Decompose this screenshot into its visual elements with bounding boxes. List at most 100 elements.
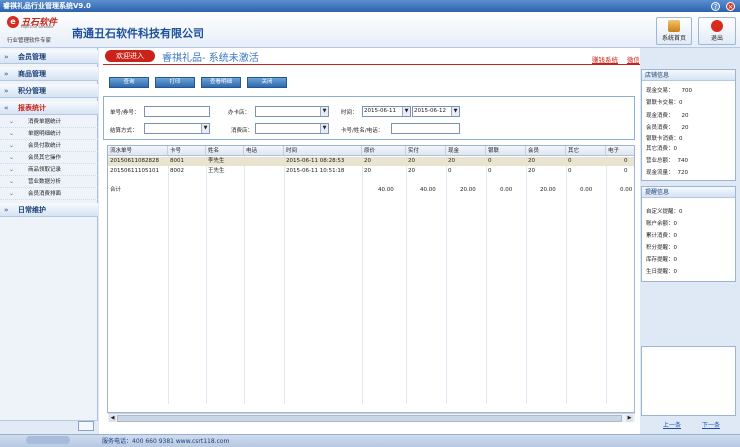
store-select[interactable]: ▼ [255,106,329,117]
date-to-value: 2015-06-12 [414,108,446,114]
home-button[interactable]: 系统首页 [656,17,692,45]
dropdown-arrow-icon: ▼ [201,124,209,133]
sidebar-section-reports[interactable]: « 报表统计 [0,101,98,115]
prev-link[interactable]: 上一条 [663,420,681,429]
column-header[interactable]: 时间 [284,146,362,156]
total-cell: 20.00 [540,187,556,193]
column-header[interactable]: 电子 [606,146,634,156]
order-label: 单号/券号： [110,110,140,116]
item-label: 消费单据统计 [28,119,62,125]
cell: 2015-06-11 10:51:18 [286,168,345,174]
item-label: 商品领取记录 [28,167,62,173]
sidebar-section-points[interactable]: » 积分管理 [0,84,98,98]
wechat-platform-link[interactable]: 微信扩展平台 [627,54,639,64]
sidebar-item-payment-stats[interactable]: ⌄ 会员付款统计 [0,140,98,152]
column-header[interactable]: 其它 [566,146,606,156]
dropdown-arrow-icon: ▼ [451,107,459,116]
row-label: 积分提醒： [646,245,674,251]
cell: 20150611082828 [110,158,159,164]
next-link[interactable]: 下一条 [702,420,720,429]
horizontal-scrollbar[interactable]: ◀ ▶ [108,413,635,422]
total-cell: 合计 [110,187,122,193]
column-header[interactable]: 姓名 [206,146,244,156]
status-indicator [26,436,70,444]
records-table: 流水单号 卡号 姓名 电话 时间 原价 实付 现金 银联 会员 其它 电子 20… [107,145,635,413]
grid-line [244,156,245,404]
chevron-down-icon: ⌄ [9,118,15,125]
sidebar-item-consume-stats[interactable]: ⌄ 消费单据统计 [0,116,98,128]
cell: 李先生 [208,158,225,164]
section-label: 会员管理 [18,53,46,61]
scrollbar-thumb[interactable] [117,415,622,422]
item-label: 营业数据分析 [28,179,62,185]
dropdown-arrow-icon: ▼ [402,107,410,116]
exit-button[interactable]: 退出 [698,17,736,45]
sidebar-section-product[interactable]: » 商品管理 [0,67,98,81]
home-icon [668,20,680,32]
reminder-row: 自定义提醒：0 [646,207,683,215]
grid-line [526,156,527,404]
close-button[interactable]: 关闭 [247,77,287,88]
store-info-row: 会员消费： 20 [646,123,689,131]
grid-line [362,156,363,404]
pay-method-select[interactable]: ▼ [144,123,210,134]
row-label: 生日提醒： [646,269,674,275]
row-label: 现金消费： [646,113,674,119]
sidebar-section-member[interactable]: » 会员管理 [0,50,98,64]
cell: 20 [408,158,415,164]
grid-line [406,156,407,404]
welcome-text: 睿祺礼品- 系统未激活 [162,53,259,64]
column-header[interactable]: 银联 [486,146,526,156]
row-label: 自定义提醒： [646,209,680,215]
earn-system-link[interactable]: 赚钱系统 [592,54,618,64]
service-phone: 服务电话：400 660 9381 www.csrt118.com [102,438,230,445]
grid-line [566,156,567,404]
card-search-input[interactable] [391,123,460,134]
collapse-arrow-icon: » [4,206,9,214]
row-value: 0 [679,100,683,106]
column-header[interactable]: 原价 [362,146,406,156]
sidebar-item-business-analysis[interactable]: ⌄ 营业数据分析 [0,176,98,188]
cell: 20 [528,158,535,164]
close-window-button[interactable]: × [726,1,735,11]
cell: 20 [408,168,415,174]
sidebar-section-maintenance[interactable]: » 日常维护 [0,203,98,217]
total-cell: 20.00 [460,187,476,193]
grid-line [168,156,169,404]
row-label: 营业总额： [646,158,674,164]
view-detail-button[interactable]: 查看明细 [201,77,241,88]
collapse-arrow-icon: » [4,70,9,78]
scroll-right-icon[interactable]: ▶ [626,415,633,422]
column-header[interactable]: 卡号 [168,146,206,156]
row-value: 20 [681,113,689,119]
print-button[interactable]: 打印 [155,77,195,88]
preview-box [641,346,736,416]
sidebar-item-goods-claims[interactable]: ⌄ 商品领取记录 [0,164,98,176]
date-from-picker[interactable]: 2015-06-11 ▼ [362,106,411,117]
row-value: 0 [673,269,678,275]
column-header[interactable]: 会员 [526,146,566,156]
chevron-down-icon: ⌄ [9,178,15,185]
cell: 2015-06-11 08:28:53 [286,158,345,164]
welcome-button[interactable]: 欢迎进入 [105,50,155,62]
date-to-picker[interactable]: 2015-06-12 ▼ [412,106,460,117]
consume-store-select[interactable]: ▼ [255,123,329,134]
time-label: 时间： [341,110,358,116]
query-button[interactable]: 查询 [109,77,149,88]
scroll-left-icon[interactable]: ◀ [109,415,116,422]
order-input[interactable] [144,106,210,117]
sidebar-item-other-ops[interactable]: ⌄ 会员其它操作 [0,152,98,164]
exit-label: 退出 [710,35,723,42]
sidebar-item-detail-stats[interactable]: ⌄ 单据明细统计 [0,128,98,140]
date-from-value: 2015-06-11 [364,108,396,114]
dropdown-arrow-icon: ▼ [320,124,328,133]
sidebar-item-member-ranking[interactable]: ⌄ 会员消费排面 [0,188,98,200]
column-header[interactable]: 流水单号 [108,146,168,156]
column-header[interactable]: 实付 [406,146,446,156]
column-header[interactable]: 现金 [446,146,486,156]
column-header[interactable]: 电话 [244,146,284,156]
sidebar-options-button[interactable] [78,421,94,431]
logo-sub: High-End Software [21,25,54,29]
table-row-selected[interactable] [108,157,634,166]
help-button[interactable]: ? [711,1,720,11]
